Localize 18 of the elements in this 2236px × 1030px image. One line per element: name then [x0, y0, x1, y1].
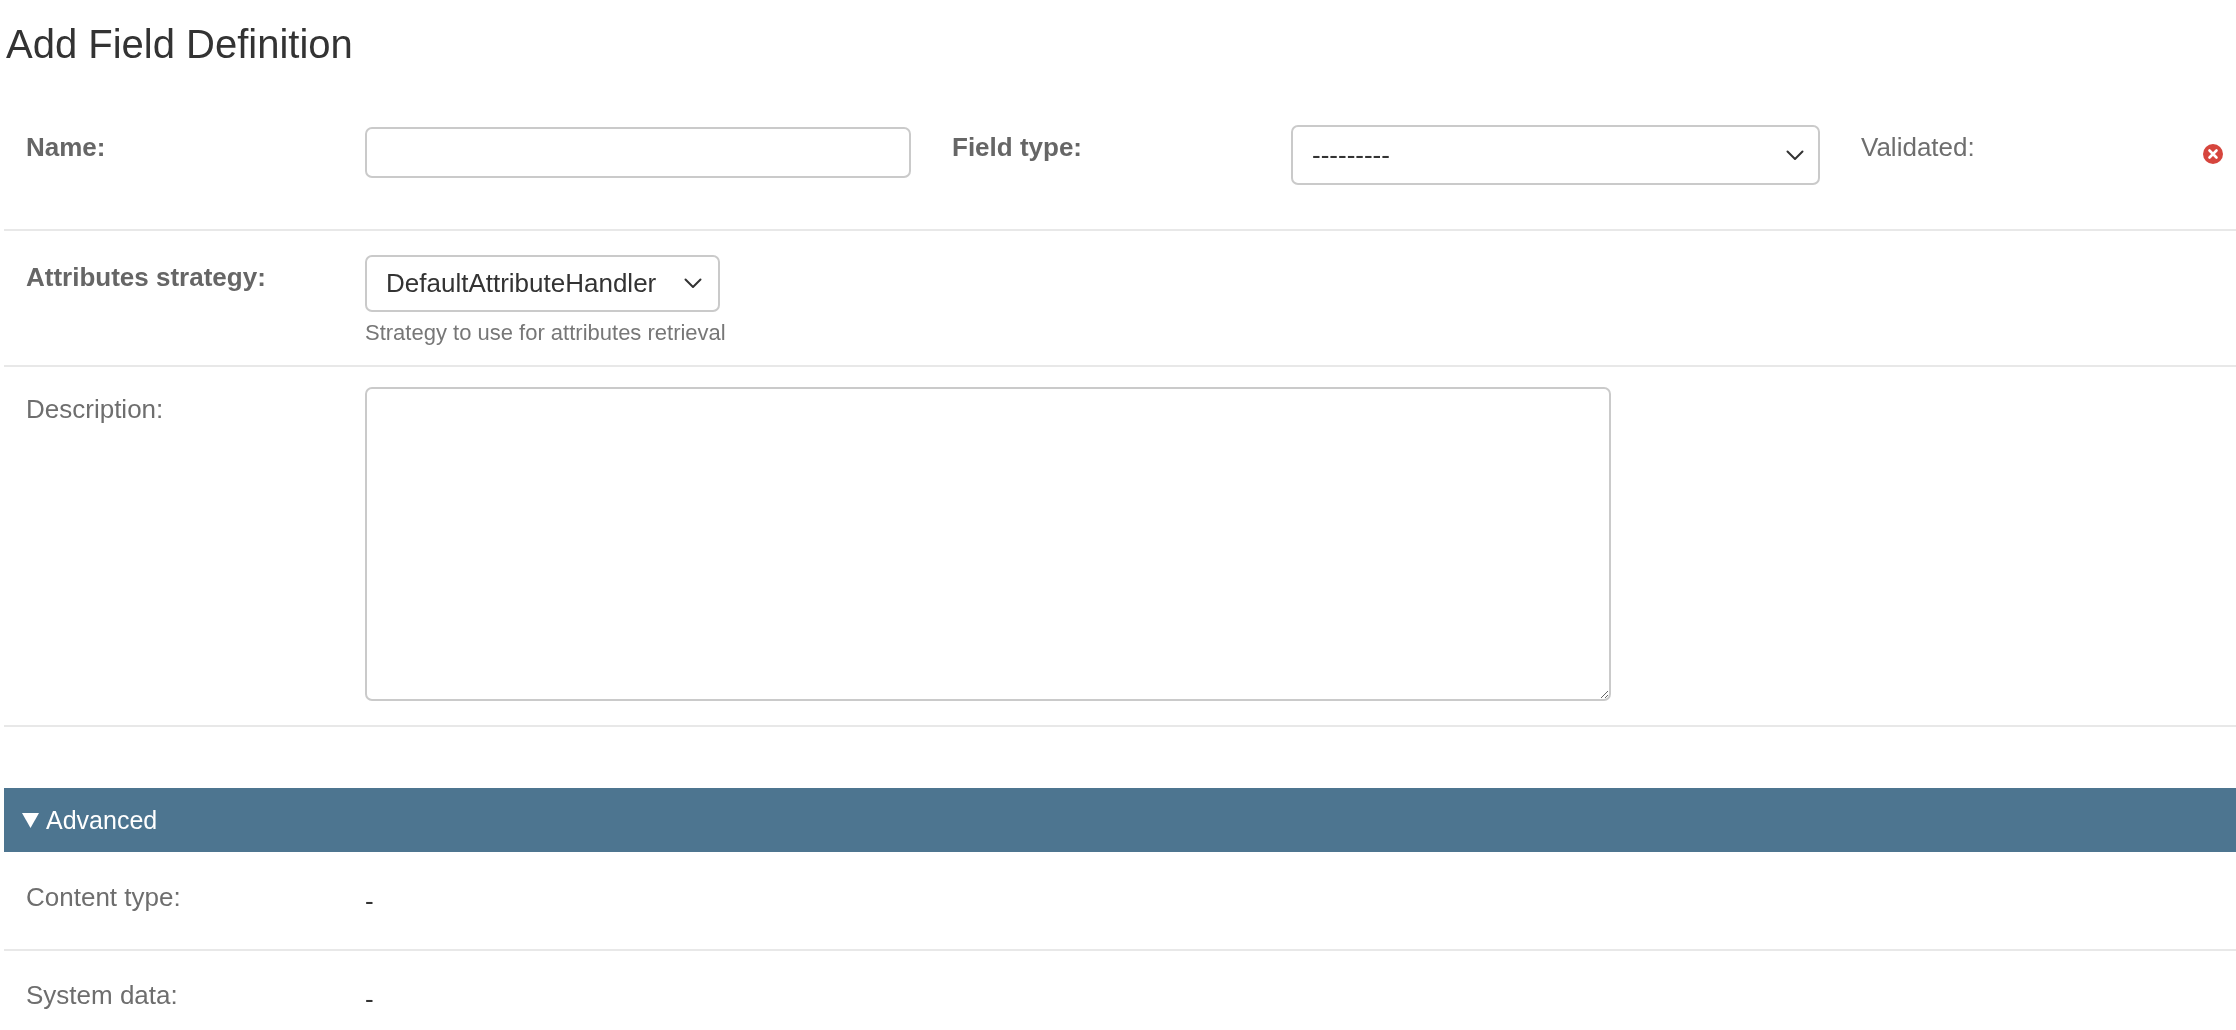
field-label: Description:	[26, 393, 165, 426]
help-text: Strategy to use for attributes retrieval	[365, 320, 726, 346]
text-input[interactable]	[365, 127, 911, 178]
section-header[interactable]: Advanced	[4, 788, 2236, 852]
field-label: Validated:	[1861, 131, 1975, 164]
field-label: Field type:	[952, 131, 1083, 164]
field-label: System data:	[26, 979, 179, 1012]
field-value: -	[365, 983, 374, 1016]
chevron-down-icon	[1786, 149, 1804, 161]
field-value: -	[365, 885, 374, 918]
field-label: Name:	[26, 131, 107, 164]
field-label: Content type:	[26, 881, 182, 914]
textarea-field[interactable]	[365, 387, 1611, 701]
dropdown-select[interactable]: DefaultAttributeHandler	[365, 255, 721, 312]
dropdown-select[interactable]: ---------	[1291, 125, 1820, 185]
field-label: Attributes strategy:	[26, 261, 267, 294]
chevron-down-icon	[684, 278, 703, 289]
page-title: Add Field Definition	[6, 21, 354, 68]
